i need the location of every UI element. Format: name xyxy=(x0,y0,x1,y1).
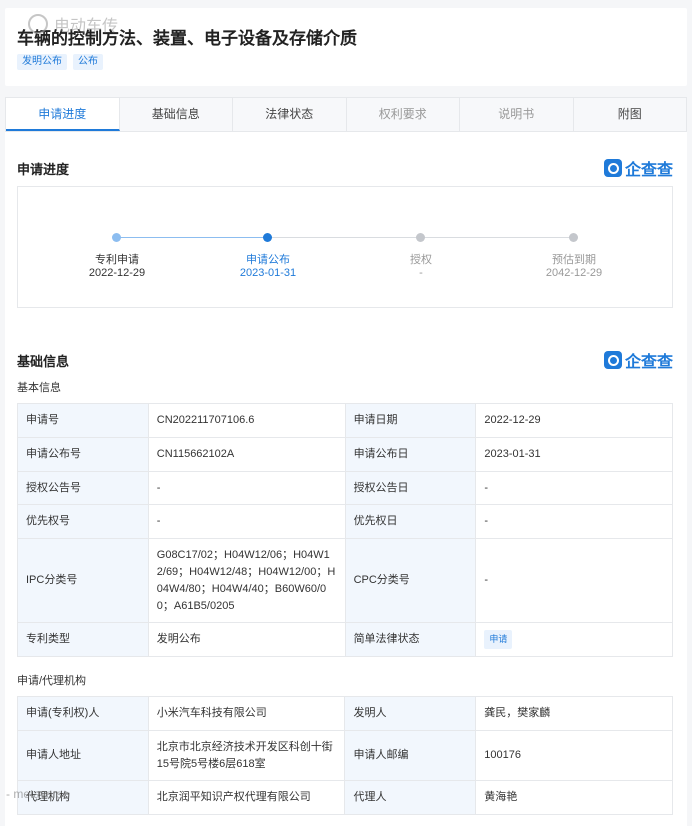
footer-watermark: - metaverse xyxy=(6,787,70,801)
agency-link[interactable]: 北京润平知识产权代理有限公司 xyxy=(147,780,346,815)
field-value: - xyxy=(147,471,346,505)
table-row: 申请(专利权)人 小米汽车科技有限公司 发明人 龚民，樊家麟 xyxy=(17,696,673,731)
field-label: 申请公布号 xyxy=(17,437,149,472)
field-label: 授权公告号 xyxy=(17,471,149,505)
table-row: 申请人地址 北京市北京经济技术开发区科创十街15号院5号楼6层618室 申请人邮… xyxy=(17,730,673,781)
field-label: 申请人邮编 xyxy=(344,730,477,781)
field-label: 申请日期 xyxy=(344,403,477,438)
field-label: 申请号 xyxy=(17,403,149,438)
qichacha-logo-text: 企查查 xyxy=(624,162,673,179)
watermark-text: 电动车传 xyxy=(54,18,119,35)
timeline-dot-filed xyxy=(112,233,121,242)
field-label: 优先权日 xyxy=(344,504,477,539)
field-value: CN202211707106.6 xyxy=(147,403,346,438)
timeline-line-done xyxy=(116,237,268,238)
step-label-expiry: 预估到期 xyxy=(552,254,596,266)
tab-description[interactable]: 说明书 xyxy=(460,98,574,131)
field-value: CN115662102A xyxy=(147,437,346,472)
main-content: 申请进度 企查查 专利申请 2022-12-29 申请公布 2023-01-31… xyxy=(5,132,687,826)
timeline-dot-granted xyxy=(416,233,425,242)
progress-section-title: 申请进度 xyxy=(17,162,70,177)
qichacha-logo-icon xyxy=(603,159,622,177)
tab-basic-info[interactable]: 基础信息 xyxy=(120,98,233,131)
field-value: 2023-01-31 xyxy=(475,437,673,472)
tab-claims[interactable]: 权利要求 xyxy=(347,98,460,131)
field-label: 专利类型 xyxy=(17,622,149,657)
legal-status-badge: 申请 xyxy=(484,630,513,649)
tab-bar: 申请进度 基础信息 法律状态 权利要求 说明书 附图 xyxy=(5,97,687,132)
tab-legal-status[interactable]: 法律状态 xyxy=(233,98,347,131)
field-label: 申请公布日 xyxy=(344,437,477,472)
basic-info-table: 申请号 CN202211707106.6 申请日期 2022-12-29 申请公… xyxy=(17,403,673,657)
table-row: 优先权号 - 优先权日 - xyxy=(17,504,673,539)
qichacha-logo-icon xyxy=(603,351,622,369)
table-row: 授权公告号 - 授权公告日 - xyxy=(17,471,673,505)
field-label: CPC分类号 xyxy=(344,538,477,623)
table-row: IPC分类号 G08C17/02；H04W12/06；H04W12/69；H04… xyxy=(17,538,673,623)
agency-subtitle: 申请/代理机构 xyxy=(17,675,87,687)
basic-section-title: 基础信息 xyxy=(17,354,70,369)
step-label-published: 申请公布 xyxy=(246,254,290,266)
field-value: 发明公布 xyxy=(147,622,346,657)
basic-info-subtitle: 基本信息 xyxy=(17,382,61,394)
tag-list: 发明公布 公布 xyxy=(17,54,103,70)
step-date-granted: - xyxy=(419,267,423,279)
field-value-status: 申请 xyxy=(475,622,673,657)
field-label: 优先权号 xyxy=(17,504,149,539)
step-date-published: 2023-01-31 xyxy=(239,267,297,279)
table-row: 申请号 CN202211707106.6 申请日期 2022-12-29 xyxy=(17,403,673,438)
field-label: 简单法律状态 xyxy=(344,622,477,657)
field-value: 龚民，樊家麟 xyxy=(475,696,673,731)
field-label: 申请(专利权)人 xyxy=(17,696,149,731)
field-value: 黄海艳 xyxy=(475,780,673,815)
table-row: 代理机构 北京润平知识产权代理有限公司 代理人 黄海艳 xyxy=(17,780,673,815)
timeline-dot-expiry xyxy=(569,233,578,242)
field-label: 发明人 xyxy=(344,696,477,731)
field-value: - xyxy=(475,504,673,539)
qichacha-logo-text: 企查查 xyxy=(624,354,673,371)
qichacha-logo-2[interactable]: 企查查 xyxy=(603,348,673,372)
timeline-dot-published xyxy=(263,233,272,242)
tab-progress[interactable]: 申请进度 xyxy=(6,98,120,131)
field-value: - xyxy=(475,538,673,623)
agency-table: 申请(专利权)人 小米汽车科技有限公司 发明人 龚民，樊家麟 申请人地址 北京市… xyxy=(17,696,673,815)
table-row: 申请公布号 CN115662102A 申请公布日 2023-01-31 xyxy=(17,437,673,472)
field-label: IPC分类号 xyxy=(17,538,149,623)
step-date-expiry: 2042-12-29 xyxy=(545,267,603,279)
field-value: - xyxy=(147,504,346,539)
field-value: 2022-12-29 xyxy=(475,403,673,438)
step-date-filed: 2022-12-29 xyxy=(88,267,146,279)
progress-timeline: 专利申请 2022-12-29 申请公布 2023-01-31 授权 - 预估到… xyxy=(17,186,673,308)
tag-published: 公布 xyxy=(73,54,103,70)
field-value: - xyxy=(475,471,673,505)
field-label: 代理人 xyxy=(344,780,477,815)
field-value: 100176 xyxy=(475,730,673,781)
tag-invention-publication: 发明公布 xyxy=(17,54,67,70)
field-label: 授权公告日 xyxy=(344,471,477,505)
table-row: 专利类型 发明公布 简单法律状态 申请 xyxy=(17,622,673,657)
field-value: 北京市北京经济技术开发区科创十街15号院5号楼6层618室 xyxy=(147,730,346,781)
field-value-ipc: G08C17/02；H04W12/06；H04W12/69；H04W12/48；… xyxy=(147,538,346,623)
watermark-logo: 电动车传 xyxy=(28,12,118,36)
qichacha-logo[interactable]: 企查查 xyxy=(603,156,673,180)
tab-drawings[interactable]: 附图 xyxy=(574,98,687,131)
step-label-filed: 专利申请 xyxy=(95,254,139,266)
applicant-link[interactable]: 小米汽车科技有限公司 xyxy=(147,696,346,731)
step-label-granted: 授权 xyxy=(410,254,432,266)
watermark-circle-icon xyxy=(28,14,48,34)
field-label: 申请人地址 xyxy=(17,730,149,781)
